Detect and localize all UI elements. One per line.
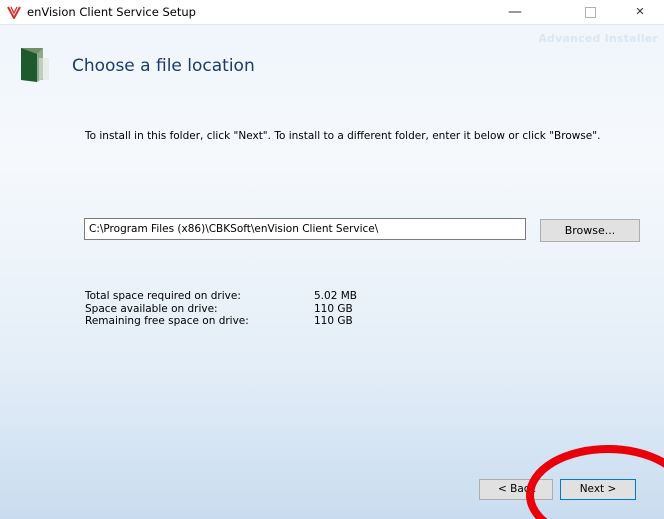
- page-title: Choose a file location: [72, 56, 255, 76]
- back-button[interactable]: < Back: [479, 479, 553, 500]
- instructions-text: To install in this folder, click "Next".…: [85, 130, 601, 142]
- folder-icon: [21, 48, 49, 82]
- next-button[interactable]: Next >: [560, 479, 636, 500]
- space-label: Total space required on drive:: [85, 290, 241, 302]
- space-label: Space available on drive:: [85, 302, 218, 315]
- close-icon[interactable]: ✕: [617, 0, 663, 24]
- envision-logo-icon: [7, 6, 21, 19]
- space-value: 110 GB: [314, 315, 353, 327]
- maximize-icon[interactable]: [567, 0, 613, 24]
- advanced-installer-brand: Advanced Installer: [538, 32, 658, 45]
- title-bar: enVision Client Service Setup — ✕: [0, 0, 664, 25]
- space-label: Remaining free space on drive:: [85, 315, 249, 327]
- space-value: 110 GB: [314, 302, 353, 315]
- install-path-field[interactable]: C:\Program Files (x86)\CBKSoft\enVision …: [84, 218, 526, 240]
- highlight-circle: [526, 445, 664, 519]
- minimize-icon[interactable]: —: [492, 0, 538, 24]
- setup-window: enVision Client Service Setup — ✕ Advanc…: [0, 0, 664, 519]
- window-title: enVision Client Service Setup: [27, 5, 196, 19]
- space-value: 5.02 MB: [314, 290, 357, 302]
- browse-button[interactable]: Browse...: [540, 219, 640, 242]
